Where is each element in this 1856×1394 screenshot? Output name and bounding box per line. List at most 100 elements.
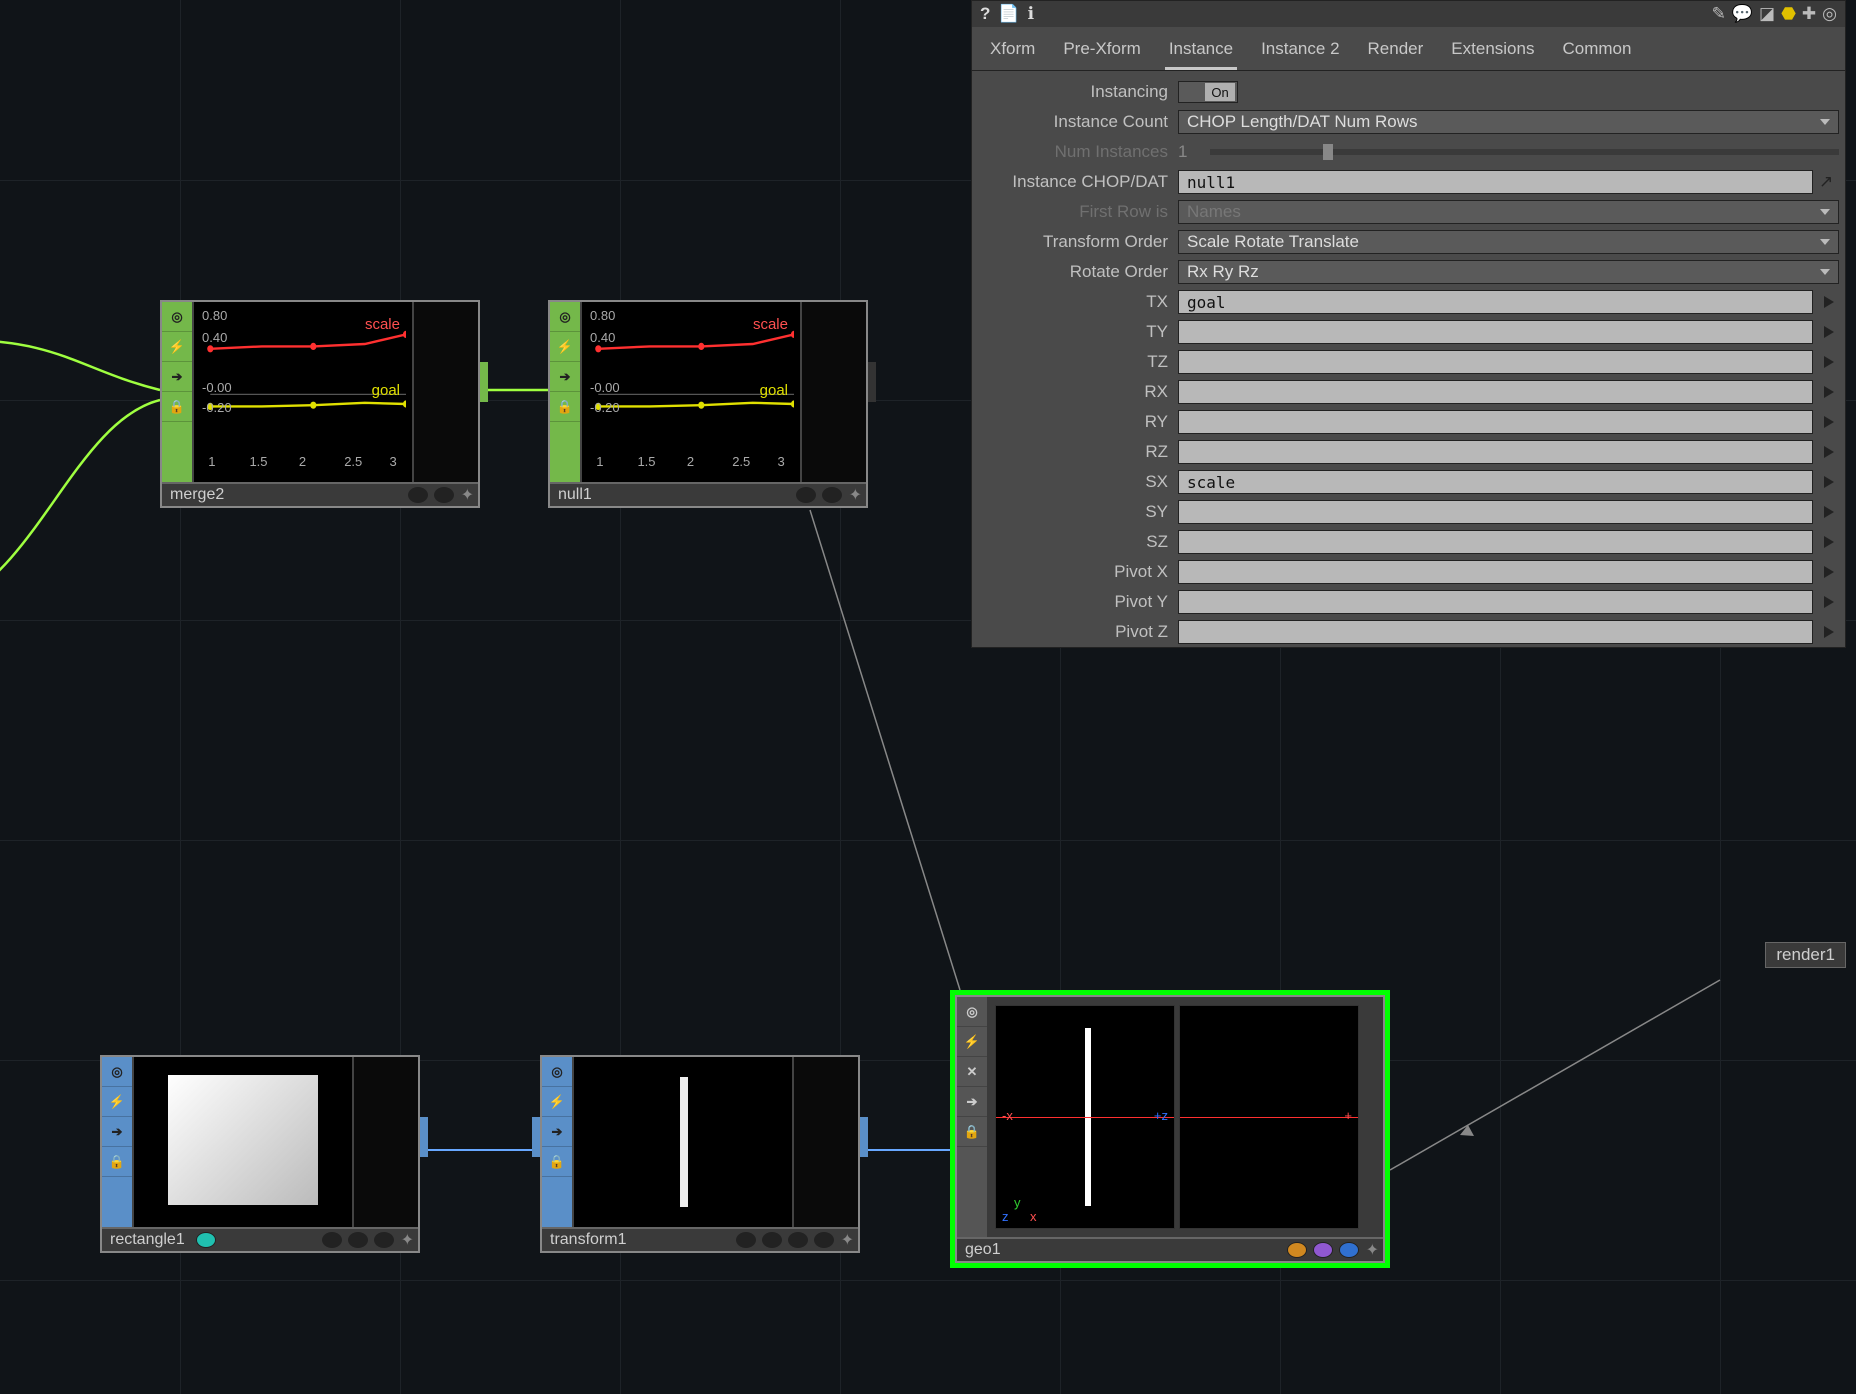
- menu-icon[interactable]: [1819, 502, 1839, 522]
- menu-icon[interactable]: [1819, 412, 1839, 432]
- node-merge2[interactable]: ◎ ⚡ ➔ 🔒 scale goal 0.80 0.40 -0.00: [160, 300, 480, 508]
- pivotx-input[interactable]: [1178, 560, 1813, 584]
- out-connector[interactable]: [480, 362, 488, 402]
- tab-extensions[interactable]: Extensions: [1447, 33, 1538, 70]
- node-null1[interactable]: ◎ ⚡ ➔ 🔒 scale goal 0.80 0.40 -0.00: [548, 300, 868, 508]
- flag[interactable]: [796, 487, 816, 503]
- viewer-icon[interactable]: ◎: [957, 997, 987, 1027]
- menu-icon[interactable]: [1819, 292, 1839, 312]
- node-rectangle1[interactable]: ◎ ⚡ ➔ 🔒 rectangle1 ✦: [100, 1055, 420, 1253]
- chan-goal-label: goal: [760, 382, 788, 399]
- flag-plus-icon[interactable]: ✦: [845, 485, 866, 505]
- sz-input[interactable]: [1178, 530, 1813, 554]
- instance-count-select[interactable]: CHOP Length/DAT Num Rows: [1178, 110, 1839, 134]
- menu-icon[interactable]: [1819, 562, 1839, 582]
- tx-label: TX: [978, 292, 1178, 312]
- node-geo1[interactable]: ◎ ⚡ ✕ ➔ 🔒 -x +z y z x + geo1: [955, 995, 1385, 1263]
- gear-icon[interactable]: ◎: [1822, 4, 1837, 24]
- node-render1-label[interactable]: render1: [1765, 942, 1846, 968]
- sx-input[interactable]: [1178, 470, 1813, 494]
- tab-instance[interactable]: Instance: [1165, 33, 1237, 70]
- pivotz-input[interactable]: [1178, 620, 1813, 644]
- menu-icon[interactable]: [1819, 592, 1839, 612]
- menu-icon[interactable]: [1819, 532, 1839, 552]
- rx-input[interactable]: [1178, 380, 1813, 404]
- arrow-icon[interactable]: ➔: [957, 1087, 987, 1117]
- instance-chop-input[interactable]: [1178, 170, 1813, 194]
- menu-icon[interactable]: [1819, 622, 1839, 642]
- instancing-toggle[interactable]: On: [1178, 81, 1238, 103]
- edit-icon[interactable]: ✎: [1712, 4, 1726, 24]
- menu-icon[interactable]: [1819, 442, 1839, 462]
- comment-icon[interactable]: 💬: [1732, 4, 1753, 24]
- tab-common[interactable]: Common: [1558, 33, 1635, 70]
- lock-icon[interactable]: 🔒: [162, 392, 192, 422]
- in-connector[interactable]: [532, 1117, 540, 1157]
- flag[interactable]: [408, 487, 428, 503]
- tab-prexform[interactable]: Pre-Xform: [1059, 33, 1144, 70]
- rz-input[interactable]: [1178, 440, 1813, 464]
- python-icon[interactable]: ⬣: [1781, 4, 1796, 24]
- arrow-icon[interactable]: ➔: [102, 1117, 132, 1147]
- menu-icon[interactable]: [1819, 382, 1839, 402]
- tab-render[interactable]: Render: [1364, 33, 1428, 70]
- arrow-icon[interactable]: ➔: [162, 362, 192, 392]
- script-icon[interactable]: 📄: [998, 4, 1019, 24]
- bypass-icon[interactable]: ⚡: [162, 332, 192, 362]
- merge2-preview: scale goal 0.80 0.40 -0.00 -0.20 1 1.5 2…: [192, 302, 414, 482]
- close-icon[interactable]: ✕: [957, 1057, 987, 1087]
- lock-icon[interactable]: 🔒: [102, 1147, 132, 1177]
- help-icon[interactable]: ?: [980, 4, 990, 24]
- tab-xform[interactable]: Xform: [986, 33, 1039, 70]
- viewer-icon[interactable]: ◎: [162, 302, 192, 332]
- tab-instance2[interactable]: Instance 2: [1257, 33, 1343, 70]
- rotate-order-select[interactable]: Rx Ry Rz: [1178, 260, 1839, 284]
- info-icon[interactable]: ℹ: [1028, 4, 1034, 24]
- bypass-icon[interactable]: ⚡: [550, 332, 580, 362]
- menu-icon[interactable]: [1819, 352, 1839, 372]
- tz-input[interactable]: [1178, 350, 1813, 374]
- flag-plus-icon[interactable]: ✦: [837, 1230, 858, 1250]
- render-flag[interactable]: [1287, 1242, 1307, 1258]
- menu-icon[interactable]: [1819, 322, 1839, 342]
- viewer-icon[interactable]: ◎: [550, 302, 580, 332]
- viewer-icon[interactable]: ◎: [102, 1057, 132, 1087]
- display-flag[interactable]: [196, 1232, 216, 1248]
- display-flag[interactable]: [1313, 1242, 1333, 1258]
- flag-plus-icon[interactable]: ✦: [397, 1230, 418, 1250]
- pickable-flag[interactable]: [1339, 1242, 1359, 1258]
- tx-input[interactable]: [1178, 290, 1813, 314]
- lock-icon[interactable]: 🔒: [542, 1147, 572, 1177]
- out-connector[interactable]: [420, 1117, 428, 1157]
- arrow-icon[interactable]: ➔: [550, 362, 580, 392]
- pivoty-label: Pivot Y: [978, 592, 1178, 612]
- flag-plus-icon[interactable]: ✦: [1362, 1240, 1383, 1260]
- info2-icon[interactable]: ◪: [1759, 4, 1775, 24]
- bypass-icon[interactable]: ⚡: [542, 1087, 572, 1117]
- panel-toolbar: ? 📄 ℹ ✎ 💬 ◪ ⬣ ✚ ◎: [972, 1, 1845, 27]
- ty-input[interactable]: [1178, 320, 1813, 344]
- out-connector[interactable]: [860, 1117, 868, 1157]
- chevron-down-icon: [1820, 209, 1830, 215]
- ry-input[interactable]: [1178, 410, 1813, 434]
- flag-plus-icon[interactable]: ✦: [457, 485, 478, 505]
- out-connector[interactable]: [868, 362, 876, 402]
- lock-icon[interactable]: 🔒: [957, 1117, 987, 1147]
- sy-input[interactable]: [1178, 500, 1813, 524]
- menu-icon[interactable]: [1819, 472, 1839, 492]
- bypass-icon[interactable]: ⚡: [102, 1087, 132, 1117]
- arrow-icon[interactable]: ➔: [542, 1117, 572, 1147]
- node-transform1[interactable]: ◎ ⚡ ➔ 🔒 transform1 ✦: [540, 1055, 860, 1253]
- plus-icon[interactable]: ✚: [1802, 4, 1816, 24]
- flag[interactable]: [822, 487, 842, 503]
- jump-icon[interactable]: ↗: [1819, 172, 1839, 192]
- sz-label: SZ: [978, 532, 1178, 552]
- flag[interactable]: [434, 487, 454, 503]
- lock-icon[interactable]: 🔒: [550, 392, 580, 422]
- pivoty-input[interactable]: [1178, 590, 1813, 614]
- rectangle1-preview: [132, 1057, 354, 1227]
- viewer-icon[interactable]: ◎: [542, 1057, 572, 1087]
- instancing-label: Instancing: [978, 82, 1178, 102]
- bypass-icon[interactable]: ⚡: [957, 1027, 987, 1057]
- xform-order-select[interactable]: Scale Rotate Translate: [1178, 230, 1839, 254]
